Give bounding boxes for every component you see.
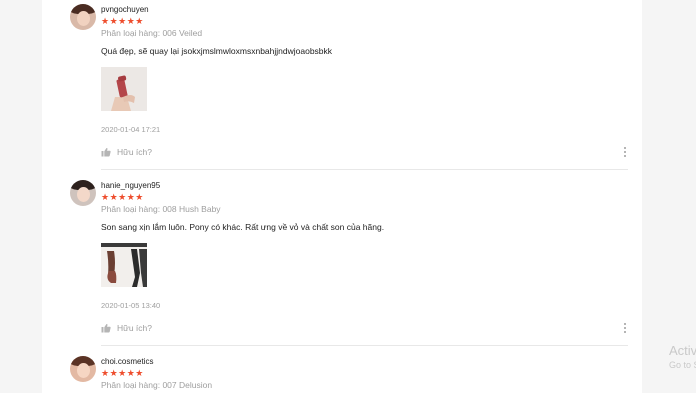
review-photo[interactable] <box>101 243 147 287</box>
thumbs-up-icon <box>101 147 111 157</box>
rating-stars: ★★★★★ <box>101 16 144 26</box>
product-variation: Phân loại hàng: 007 Delusion <box>101 380 213 390</box>
thumbs-up-icon <box>101 323 111 333</box>
review-item: choi.cosmetics ★★★★★ Phân loại hàng: 007… <box>42 352 642 393</box>
product-variation: Phân loại hàng: 006 Veiled <box>101 28 203 38</box>
divider <box>101 169 628 170</box>
review-comment: Quá đẹp, sẽ quay lại jsokxjmslmwloxmsxnb… <box>101 46 333 56</box>
review-item: hanie_nguyen95 ★★★★★ Phân loại hàng: 008… <box>42 176 642 352</box>
helpful-button[interactable]: Hữu ích? <box>101 146 152 158</box>
product-variation: Phân loại hàng: 008 Hush Baby <box>101 204 221 214</box>
review-username[interactable]: choi.cosmetics <box>101 357 153 366</box>
more-options-icon[interactable] <box>621 146 629 158</box>
review-timestamp: 2020-01-05 13:40 <box>101 301 161 310</box>
review-comment: Son sang xịn lắm luôn. Pony có khác. Rất… <box>101 222 385 232</box>
review-photo[interactable] <box>101 67 147 111</box>
rating-stars: ★★★★★ <box>101 192 144 202</box>
divider <box>101 345 628 346</box>
review-username[interactable]: hanie_nguyen95 <box>101 181 160 190</box>
reviews-panel: pvngochuyen ★★★★★ Phân loại hàng: 006 Ve… <box>42 0 642 393</box>
avatar[interactable] <box>70 180 96 206</box>
review-item: pvngochuyen ★★★★★ Phân loại hàng: 006 Ve… <box>42 0 642 176</box>
rating-stars: ★★★★★ <box>101 368 144 378</box>
activation-watermark-subtitle: Go to S <box>669 360 696 370</box>
avatar[interactable] <box>70 356 96 382</box>
helpful-button[interactable]: Hữu ích? <box>101 322 152 334</box>
review-timestamp: 2020-01-04 17:21 <box>101 125 161 134</box>
helpful-label: Hữu ích? <box>117 147 152 157</box>
review-username[interactable]: pvngochuyen <box>101 5 149 14</box>
helpful-label: Hữu ích? <box>117 323 152 333</box>
activation-watermark: Activ <box>669 343 696 358</box>
more-options-icon[interactable] <box>621 322 629 334</box>
avatar[interactable] <box>70 4 96 30</box>
